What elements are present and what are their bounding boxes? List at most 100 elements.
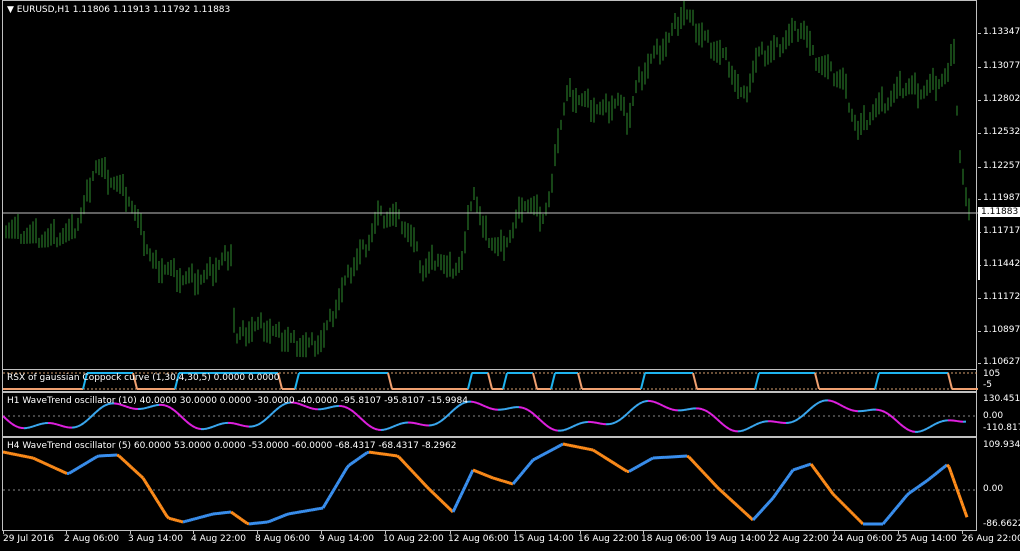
h1-wavetrend-segment <box>8 420 13 425</box>
h1-wavetrend-segment <box>221 422 226 425</box>
h1-wavetrend-segment <box>848 408 853 412</box>
h1-wavetrend-segment <box>551 428 556 432</box>
h4-wavetrend-segment <box>901 496 907 501</box>
h4-wavetrend-segment <box>932 473 936 478</box>
h1-wavetrend-segment <box>563 428 568 432</box>
h4-wavetrend-segment <box>190 517 194 522</box>
h1-wavetrend-segment <box>788 421 793 424</box>
h1-wavetrend-segment <box>629 407 634 412</box>
main-price-scale[interactable]: 1.13347 1.13077 1.12802 1.12532 1.12257 1.119… <box>978 0 1020 371</box>
h1-wavetrend-segment <box>440 417 445 422</box>
h1-wavetrend-segment <box>251 424 256 428</box>
h4-wavetrend-segment <box>893 506 899 511</box>
h1-wavetrend-segment <box>812 403 817 408</box>
h4-wavetrend-segment <box>168 516 172 521</box>
h1-wavetrend-plot[interactable]: H1 WaveTrend oscillator (10) 40.0000 30.… <box>2 392 978 437</box>
h1-wavetrend-segment <box>536 416 541 421</box>
h1-wavetrend-segment <box>62 425 67 429</box>
h4-wavetrend-segment <box>938 468 942 473</box>
h1-wavetrend-pane[interactable]: H1 WaveTrend oscillator (10) 40.0000 30.… <box>0 392 1020 437</box>
h4-wavetrend-segment <box>800 465 804 469</box>
rsx-rise-segment <box>467 372 473 390</box>
h4-wavetrend-segment <box>715 485 721 490</box>
h1-wavetrend-segment <box>836 402 841 406</box>
h1-wavetrend-segment <box>623 413 628 418</box>
h1-wavetrend-segment <box>569 425 574 429</box>
h4-wavetrend-segment <box>703 473 709 478</box>
h4-wavetrend-segment <box>753 514 759 519</box>
h4-wavetrend-segment <box>928 476 932 481</box>
price-tick-mark <box>978 363 981 364</box>
h1-wavetrend-segment <box>839 403 844 408</box>
h4-wavetrend-segment <box>859 520 865 526</box>
h4-wavetrend-segment <box>42 461 46 465</box>
h1-wavetrend-segment <box>719 421 724 426</box>
h4-wavetrend-segment <box>881 520 887 525</box>
h1-wavetrend-segment <box>881 409 886 413</box>
h4-wavetrend-segment <box>775 488 781 494</box>
h1-wavetrend-segment <box>905 427 910 432</box>
h4-wavetrend-segment <box>445 505 451 510</box>
h4-wavetrend-segment <box>538 454 542 459</box>
h4-wavetrend-segment <box>337 476 343 482</box>
h4-wavetrend-segment <box>525 463 531 469</box>
h4-wavetrend-segment <box>139 475 145 480</box>
h1-wavetrend-segment <box>95 408 100 413</box>
h4-wavetrend-segment <box>282 513 286 518</box>
h4-wavetrend-segment <box>686 454 690 459</box>
h1-wavetrend-segment <box>761 420 766 424</box>
price-tick-label: 1.11717 <box>983 226 1020 236</box>
h1-wavetrend-segment <box>128 406 133 410</box>
h4-wavetrend-segment <box>827 487 833 493</box>
h4-wavetrend-segment <box>172 517 176 522</box>
h1-wavetrend-segment <box>371 426 376 430</box>
h4-wavetrend-segment <box>192 517 196 521</box>
main-chart-plot[interactable]: ▼ EURUSD,H1 1.11806 1.11913 1.11792 1.11… <box>2 0 978 371</box>
h4-wavetrend-segment <box>34 457 38 462</box>
rsx-scale-top: 105 <box>983 369 1001 379</box>
h1-wavetrend-segment <box>749 425 754 429</box>
h4-wavetrend-pane[interactable]: H4 WaveTrend oscillator (5) 60.0000 53.0… <box>0 437 1020 531</box>
h4-wavetrend-segment <box>560 442 564 447</box>
h1-wavetrend-segment <box>635 403 640 407</box>
h1-wavetrend-segment <box>509 406 514 410</box>
h1-wavetrend-segment <box>533 413 538 418</box>
h4-wavetrend-segment <box>147 486 153 492</box>
h4-wavetrend-segment <box>767 499 773 504</box>
h1-wavetrend-segment <box>938 420 943 424</box>
h4-wavetrend-segment <box>934 471 938 476</box>
h4-wavetrend-segment <box>76 466 80 470</box>
h4-wavetrend-segment <box>451 507 457 513</box>
h1-wavetrend-segment <box>233 422 238 426</box>
h4-wavetrend-segment <box>540 453 544 458</box>
chart-menu-arrow-icon[interactable]: ▼ <box>7 5 14 15</box>
h1-wavetrend-segment <box>632 405 637 410</box>
h1-wavetrend-segment <box>932 422 937 427</box>
rsx-indicator-pane[interactable]: RSX of gaussian Coppock curve (1,30,4,30… <box>0 369 1020 392</box>
h4-wavetrend-segment <box>145 483 151 489</box>
h4-wavetrend-plot[interactable]: H4 WaveTrend oscillator (5) 60.0000 53.0… <box>2 437 978 531</box>
h1-wavetrend-segment <box>530 411 535 416</box>
h1-wavetrend-segment <box>755 422 760 426</box>
h4-wavetrend-segment <box>809 463 815 468</box>
h4-wavetrend-segment <box>895 503 901 509</box>
h1-wavetrend-segment <box>620 415 625 420</box>
h1-wavetrend-segment <box>476 401 481 406</box>
h4-wavetrend-segment <box>496 477 500 482</box>
h4-wavetrend-segment <box>839 500 845 506</box>
h1-wavetrend-segment <box>344 405 349 410</box>
h4-wavetrend-segment <box>56 467 60 472</box>
h4-wavetrend-segment <box>403 462 409 467</box>
h4-wavetrend-segment <box>798 465 802 470</box>
h4-wavetrend-segment <box>905 492 911 497</box>
h4-wavetrend-segment <box>62 470 66 474</box>
h4-wavetrend-segment <box>419 479 425 484</box>
rsx-plot[interactable]: RSX of gaussian Coppock curve (1,30,4,30… <box>2 369 978 392</box>
main-chart-pane[interactable]: ▼ EURUSD,H1 1.11806 1.11913 1.11792 1.11… <box>0 0 1020 371</box>
h1-wavetrend-segment <box>89 414 94 419</box>
h4-wavetrend-segment <box>119 456 125 461</box>
h4-wavetrend-segment <box>80 463 84 468</box>
h1-wavetrend-segment <box>167 405 172 409</box>
h1-wavetrend-segment <box>185 420 190 425</box>
h1-wavetrend-segment <box>650 400 655 403</box>
